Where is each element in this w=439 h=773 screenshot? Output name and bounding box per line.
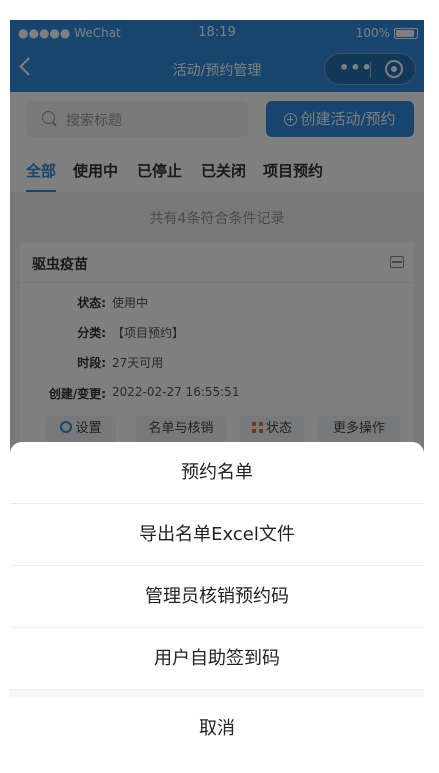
action-sheet: 预约名单 导出名单Excel文件 管理员核销预约码 用户自助签到码 取消 bbox=[10, 442, 424, 760]
sheet-item-export-excel[interactable]: 导出名单Excel文件 bbox=[10, 504, 424, 566]
sheet-item-self-checkin[interactable]: 用户自助签到码 bbox=[10, 628, 424, 690]
cancel-button[interactable]: 取消 bbox=[10, 697, 424, 760]
sheet-item-admin-verify[interactable]: 管理员核销预约码 bbox=[10, 566, 424, 628]
sheet-item-booking-list[interactable]: 预约名单 bbox=[10, 442, 424, 504]
phone-screen: ●●●●● WeChat 18:19 100% 活动/预约管理 ••• 搜索标题… bbox=[10, 20, 424, 760]
